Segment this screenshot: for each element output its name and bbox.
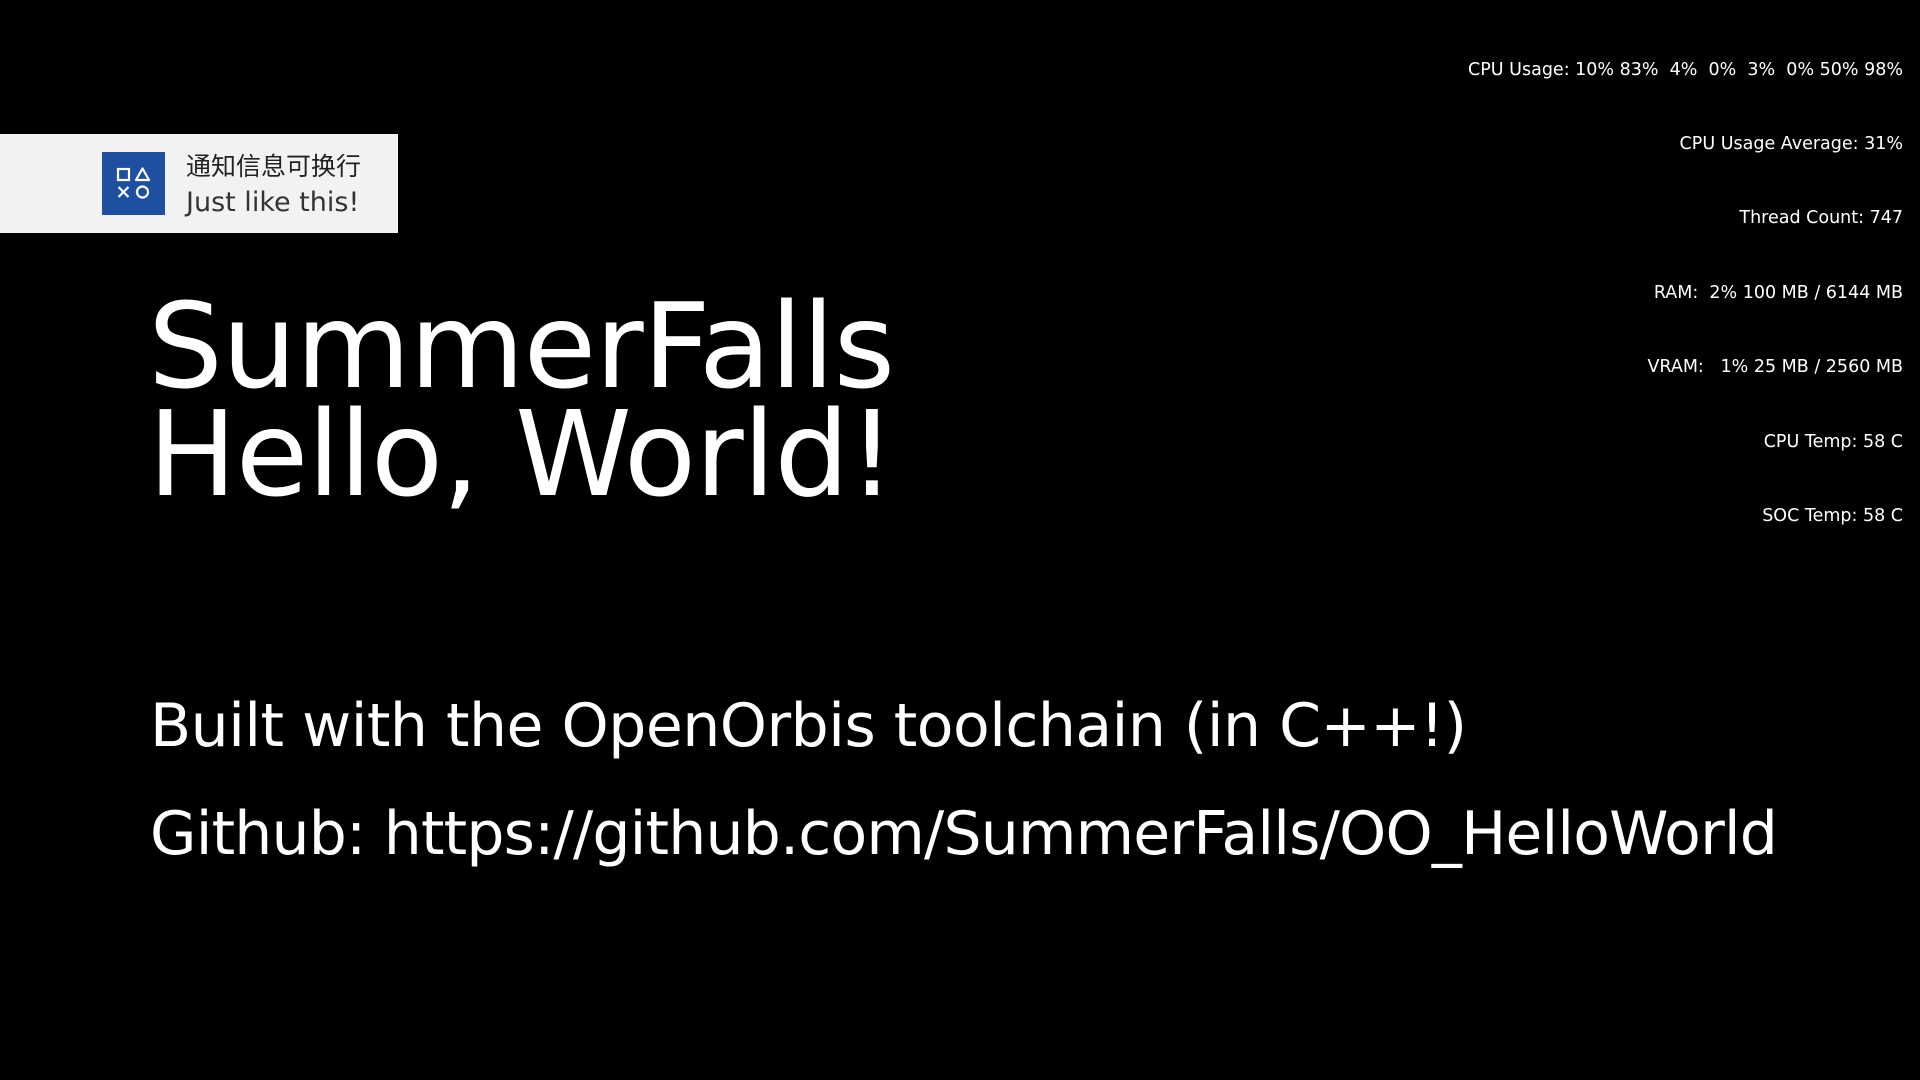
page-title: SummerFalls Hello, World! [148,277,896,523]
notification-title: 通知信息可换行 [186,152,362,181]
vram-usage: VRAM: 1% 25 MB / 2560 MB [1647,357,1903,378]
title-line-greeting: Hello, World! [148,385,896,523]
cpu-usage: CPU Usage: 10% 83% 4% 0% 3% 0% 50% 98% [1468,59,1903,80]
built-with-text: Built with the OpenOrbis toolchain (in C… [150,691,1467,761]
performance-overlay: CPU Usage: 10% 83% 4% 0% 3% 0% 50% 98% C… [1468,8,1903,578]
app-screen: CPU Usage: 10% 83% 4% 0% 3% 0% 50% 98% C… [0,0,1920,1080]
thread-count: Thread Count: 747 [1739,208,1903,229]
cpu-temp: CPU Temp: 58 C [1763,431,1903,452]
title-line-author: SummerFalls [148,277,895,415]
cpu-usage-average: CPU Usage Average: 31% [1679,133,1903,154]
notification-body: Just like this! [186,187,360,218]
playstation-shapes-icon [102,152,165,215]
ram-usage: RAM: 2% 100 MB / 6144 MB [1653,282,1903,303]
notification-toast[interactable]: 通知信息可换行 Just like this! [0,134,398,233]
github-link-text: Github: https://github.com/SummerFalls/O… [150,799,1778,869]
soc-temp: SOC Temp: 58 C [1762,505,1903,526]
